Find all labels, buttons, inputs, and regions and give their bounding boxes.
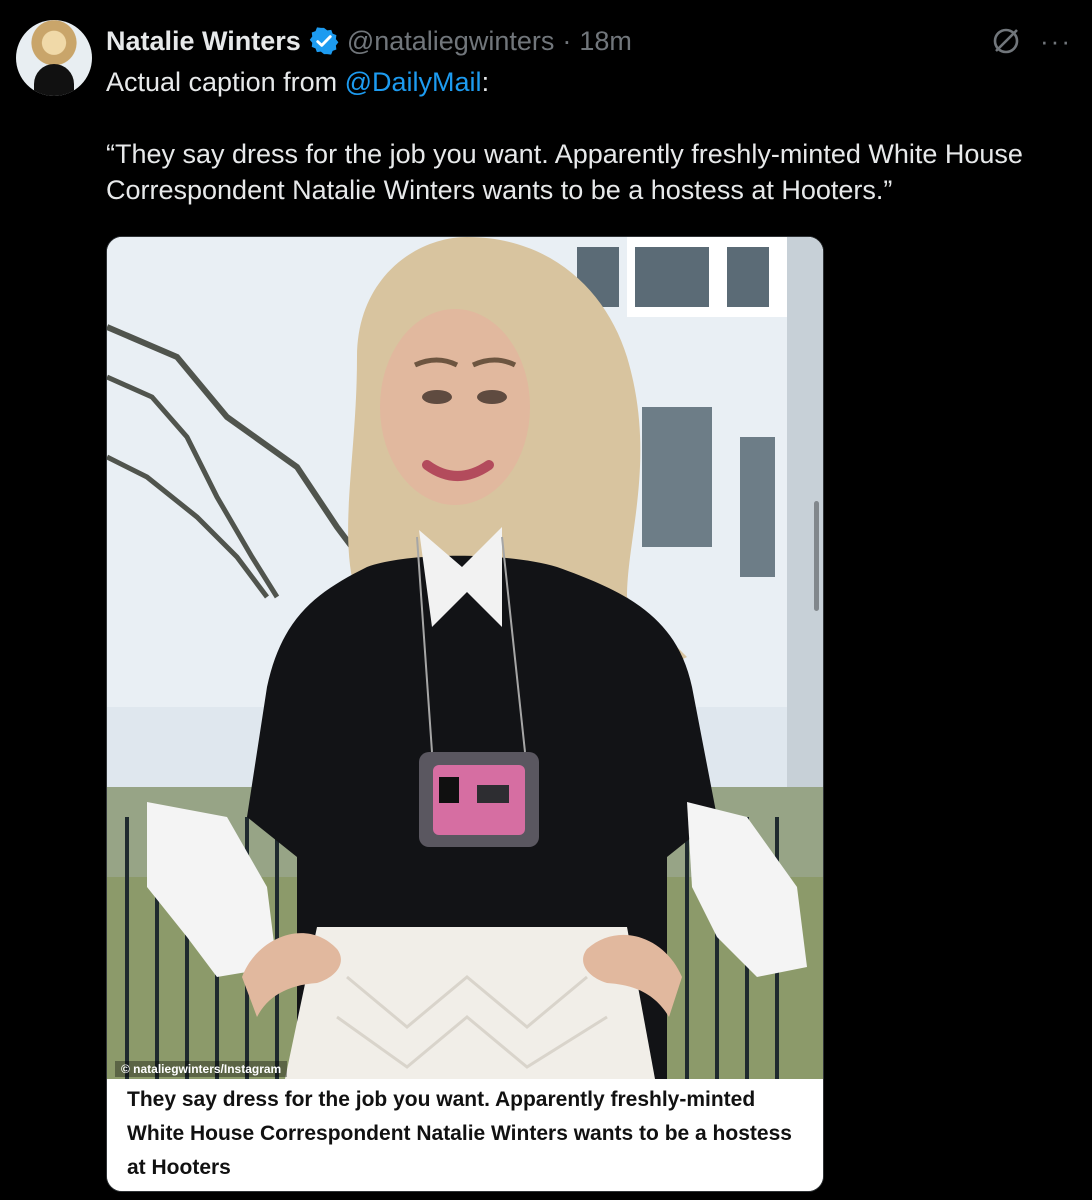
photo-credit: © nataliegwinters/Instagram — [115, 1061, 288, 1077]
post-photo[interactable]: © nataliegwinters/Instagram — [107, 237, 823, 1079]
post-quote: “They say dress for the job you want. Ap… — [106, 139, 1031, 205]
author-handle[interactable]: @nataliegwinters — [347, 26, 555, 57]
post-text-colon: : — [481, 67, 490, 97]
photo-illustration — [107, 237, 823, 1079]
post-text: Actual caption from @DailyMail: “They sa… — [106, 64, 1066, 208]
media-scrollbar[interactable] — [814, 501, 819, 611]
mention-link[interactable]: @DailyMail — [345, 67, 482, 97]
grok-icon[interactable] — [990, 25, 1022, 57]
post-time[interactable]: 18m — [579, 26, 632, 57]
avatar[interactable] — [16, 20, 92, 96]
author-name[interactable]: Natalie Winters — [106, 26, 301, 57]
verified-badge-icon — [309, 27, 339, 55]
post-header: Natalie Winters @nataliegwinters · 18m — [106, 24, 632, 58]
more-icon[interactable]: ··· — [1040, 26, 1072, 57]
media-caption: They say dress for the job you want. App… — [107, 1079, 823, 1191]
media-card[interactable]: © nataliegwinters/Instagram They say dre… — [106, 236, 824, 1192]
time-separator: · — [562, 25, 572, 56]
post-text-lead: Actual caption from — [106, 67, 345, 97]
